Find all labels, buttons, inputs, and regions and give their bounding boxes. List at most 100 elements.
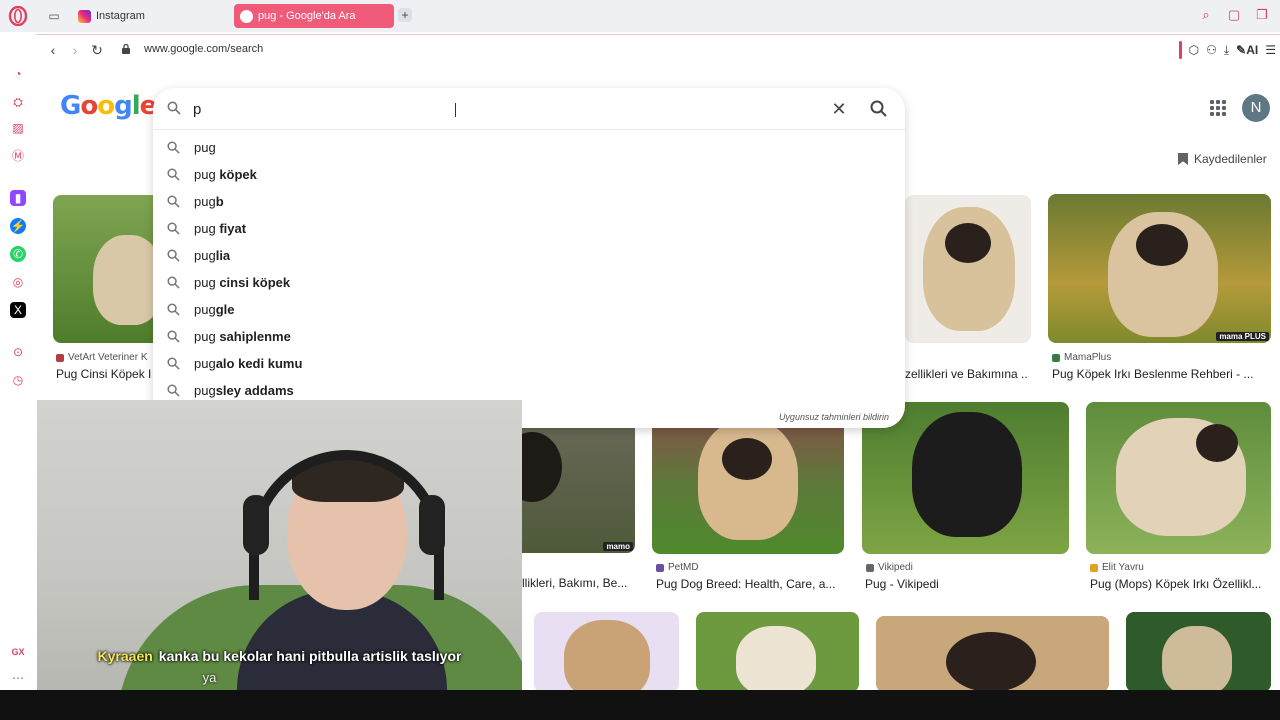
image-caption[interactable]: Pug Dog Breed: Health, Care, a... bbox=[656, 577, 846, 591]
instagram-sidebar-icon[interactable]: ◎ bbox=[10, 274, 26, 290]
suggestion-item[interactable]: pug alo kedi kumu bbox=[153, 350, 905, 377]
google-logo[interactable]: Google bbox=[60, 90, 157, 121]
suggestion-item[interactable]: pug b bbox=[153, 188, 905, 215]
chat-message: kanka bu kekolar hani pitbulla artislik … bbox=[158, 648, 462, 664]
suggestion-item[interactable]: pug sahiplenme bbox=[153, 323, 905, 350]
image-result[interactable] bbox=[1126, 612, 1271, 690]
tab-google-search[interactable]: pug - Google'da Ara bbox=[234, 4, 394, 28]
image-source[interactable]: MamaPlus bbox=[1052, 352, 1111, 363]
mail-icon[interactable]: Ⓜ bbox=[10, 148, 26, 164]
suggestion-completion: cinsi köpek bbox=[219, 275, 291, 290]
address-actions: ⬡ ⚇ ⤓ ✎AI ☰ bbox=[1178, 41, 1276, 59]
suggestion-item[interactable]: pug cinsi köpek bbox=[153, 269, 905, 296]
image-source[interactable]: VetArt Veteriner K bbox=[56, 352, 148, 363]
search-tabs-icon[interactable]: ⌕ bbox=[1198, 7, 1214, 23]
image-caption[interactable]: Pug - Vikipedi bbox=[865, 577, 1065, 591]
suggestion-prefix: pug bbox=[194, 167, 220, 182]
image-result[interactable] bbox=[53, 195, 163, 343]
x-icon[interactable]: X bbox=[10, 302, 26, 318]
image-result[interactable] bbox=[905, 195, 1031, 343]
chat-username: Kyraaen bbox=[97, 648, 153, 664]
more-icon[interactable]: ⋯ bbox=[10, 670, 26, 686]
search-autocomplete: ✕ pugpug köpekpugbpug fiyatpugliapug cin… bbox=[153, 88, 905, 428]
avatar[interactable]: N bbox=[1242, 94, 1270, 122]
tab-instagram[interactable]: Instagram bbox=[72, 4, 228, 28]
image-caption[interactable]: llikleri, Bakımı, Be... bbox=[522, 576, 634, 590]
suggestion-item[interactable]: pug köpek bbox=[153, 161, 905, 188]
source-favicon bbox=[656, 563, 664, 572]
search-icon bbox=[167, 384, 180, 397]
suggestion-prefix: pug bbox=[194, 140, 216, 155]
restore-icon[interactable]: ❐ bbox=[1254, 7, 1270, 23]
image-result[interactable] bbox=[534, 612, 679, 690]
search-icon bbox=[167, 249, 180, 262]
saved-link[interactable]: Kaydedilenler bbox=[1178, 152, 1267, 166]
image-source[interactable]: Vikipedi bbox=[866, 562, 913, 573]
search-box: ✕ bbox=[153, 88, 905, 130]
profile-icon[interactable]: ⚇ bbox=[1206, 41, 1217, 59]
search-icon bbox=[167, 357, 180, 370]
suggestion-completion: köpek bbox=[219, 167, 257, 182]
search-icon bbox=[167, 222, 180, 235]
aria-icon[interactable]: ◔ bbox=[10, 66, 26, 82]
image-caption[interactable]: Pug (Mops) Köpek Irkı Özellikl... bbox=[1090, 577, 1270, 591]
image-source[interactable]: Elit Yavru bbox=[1090, 562, 1144, 573]
image-caption[interactable]: Pug Köpek Irkı Beslenme Rehberi - ... bbox=[1052, 367, 1272, 381]
wikipedia-icon bbox=[866, 563, 874, 572]
source-favicon bbox=[1052, 353, 1060, 362]
report-predictions-link[interactable]: Uygunsuz tahminleri bildirin bbox=[779, 412, 889, 422]
suggestion-completion: fiyat bbox=[219, 221, 247, 236]
suggestion-item[interactable]: pug bbox=[153, 134, 905, 161]
opera-logo-icon[interactable] bbox=[8, 6, 28, 26]
minimize-icon[interactable]: ▢ bbox=[1226, 7, 1242, 23]
suggestion-completion: sley addams bbox=[215, 383, 294, 398]
new-tab-button[interactable]: + bbox=[398, 8, 412, 22]
image-result[interactable]: mama PLUS bbox=[1048, 194, 1271, 343]
search-icon bbox=[167, 276, 180, 289]
gx-icon[interactable]: GX bbox=[10, 644, 26, 660]
image-result[interactable] bbox=[696, 612, 859, 690]
history-icon[interactable]: ◷ bbox=[10, 372, 26, 388]
search-icon bbox=[167, 101, 181, 115]
suggestion-item[interactable]: pug fiyat bbox=[153, 215, 905, 242]
browser-window: ▭ Instagram pug - Google'da Ara + ⌕ ▢ ❐ … bbox=[0, 0, 1280, 690]
extensions-icon[interactable]: ⬡ bbox=[1189, 41, 1199, 59]
image-result[interactable] bbox=[1086, 402, 1271, 554]
player-icon[interactable]: ⊙ bbox=[10, 344, 26, 360]
forward-icon[interactable]: › bbox=[66, 41, 84, 59]
search-input[interactable] bbox=[193, 98, 793, 120]
tab-bar: ▭ Instagram pug - Google'da Ara + ⌕ ▢ ❐ bbox=[0, 0, 1280, 32]
search-icon bbox=[167, 141, 180, 154]
suggestion-completion: b bbox=[215, 194, 224, 209]
suggestion-completion: gle bbox=[215, 302, 235, 317]
suggestion-prefix: pug bbox=[194, 275, 220, 290]
clear-search-button[interactable]: ✕ bbox=[829, 99, 849, 119]
twitch-icon[interactable]: ▮ bbox=[10, 190, 26, 206]
suggestion-item[interactable]: pug gle bbox=[153, 296, 905, 323]
suggestion-prefix: pug bbox=[194, 302, 216, 317]
suggestion-list: pug pug köpek pug b pug fiyat pug lia pug cinsi… bbox=[153, 134, 905, 404]
search-submit-button[interactable] bbox=[869, 99, 889, 119]
reload-icon[interactable]: ↻ bbox=[88, 41, 106, 59]
image-caption[interactable]: Pug Cinsi Köpek I bbox=[56, 367, 156, 381]
suggestion-item[interactable]: pug lia bbox=[153, 242, 905, 269]
image-result[interactable] bbox=[876, 616, 1109, 690]
image-source[interactable]: PetMD bbox=[656, 562, 699, 573]
instagram-icon bbox=[78, 9, 91, 23]
saved-label: Kaydedilenler bbox=[1194, 152, 1267, 166]
download-icon[interactable]: ⤓ bbox=[1224, 41, 1229, 59]
whatsapp-icon[interactable]: ✆ bbox=[10, 246, 26, 262]
ai-button[interactable]: ✎AI bbox=[1236, 41, 1258, 59]
accent-separator bbox=[1178, 41, 1182, 59]
tab-menu-icon[interactable]: ▭ bbox=[46, 8, 62, 24]
text-cursor-icon bbox=[455, 103, 456, 117]
back-icon[interactable]: ‹ bbox=[44, 41, 62, 59]
workspace-icon[interactable]: ⛭ bbox=[10, 94, 26, 110]
messenger-icon[interactable]: ⚡ bbox=[10, 218, 26, 234]
url-field[interactable]: www.google.com/search bbox=[144, 43, 263, 55]
window-controls: ⌕ ▢ ❐ bbox=[1198, 7, 1270, 23]
menu-icon[interactable]: ☰ bbox=[1265, 41, 1276, 59]
pinboard-icon[interactable]: ▨ bbox=[10, 120, 26, 136]
image-caption[interactable]: zellikleri ve Bakımına ... bbox=[905, 367, 1029, 381]
google-apps-icon[interactable] bbox=[1210, 100, 1226, 116]
